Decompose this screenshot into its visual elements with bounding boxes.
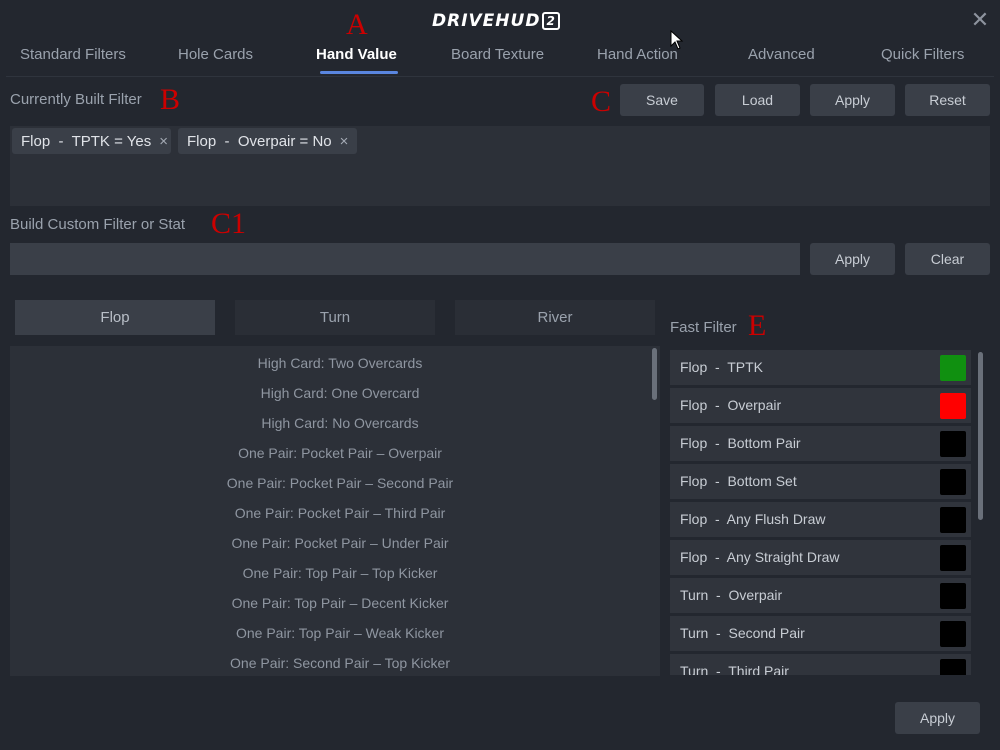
- list-item[interactable]: One Pair: Pocket Pair – Overpair: [20, 438, 660, 468]
- fast-filter-list: Flop - TPTK Flop - Overpair Flop - Bottom …: [670, 350, 975, 675]
- tab-hand-action[interactable]: Hand Action: [597, 46, 678, 74]
- clear-button[interactable]: Clear: [905, 243, 990, 275]
- fast-filter-row-label: Flop - Bottom Pair: [680, 435, 801, 451]
- tab-advanced[interactable]: Advanced: [748, 46, 815, 74]
- fast-filter-row[interactable]: Flop - Overpair: [670, 388, 971, 423]
- apply-filter-button[interactable]: Apply: [810, 84, 895, 116]
- color-swatch[interactable]: [940, 583, 966, 609]
- tab-hole-cards[interactable]: Hole Cards: [178, 46, 253, 74]
- fast-filter-row-label: Turn - Overpair: [680, 587, 783, 603]
- list-item[interactable]: One Pair: Pocket Pair – Second Pair: [20, 468, 660, 498]
- hand-value-list: High Card: Two Overcards High Card: One …: [10, 346, 660, 676]
- tab-standard-filters[interactable]: Standard Filters: [20, 46, 126, 74]
- color-swatch[interactable]: [940, 507, 966, 533]
- tab-quick-filters[interactable]: Quick Filters: [881, 46, 964, 74]
- tab-board-texture[interactable]: Board Texture: [451, 46, 544, 74]
- load-button[interactable]: Load: [715, 84, 800, 116]
- street-tab-turn[interactable]: Turn: [235, 300, 435, 335]
- street-tab-flop[interactable]: Flop: [15, 300, 215, 335]
- fast-filter-row[interactable]: Flop - Bottom Set: [670, 464, 971, 499]
- fast-filter-row[interactable]: Flop - Any Straight Draw: [670, 540, 971, 575]
- tabs-divider: [6, 76, 994, 77]
- save-button[interactable]: Save: [620, 84, 704, 116]
- color-swatch[interactable]: [940, 545, 966, 571]
- list-item[interactable]: One Pair: Pocket Pair – Third Pair: [20, 498, 660, 528]
- street-tab-river[interactable]: River: [455, 300, 655, 335]
- list-item[interactable]: One Pair: Top Pair – Top Kicker: [20, 558, 660, 588]
- filter-chip: Flop - Overpair = No ×: [178, 128, 357, 154]
- close-icon[interactable]: ✕: [968, 8, 992, 32]
- logo-text: DRIVEHUD: [432, 11, 541, 31]
- hand-value-scrollbar[interactable]: [652, 348, 657, 400]
- fast-filter-row[interactable]: Flop - Any Flush Draw: [670, 502, 971, 537]
- annotation-marker-a: A: [346, 8, 368, 41]
- main-tab-bar: Standard Filters Hole Cards Hand Value B…: [0, 40, 1000, 76]
- color-swatch[interactable]: [940, 659, 966, 675]
- color-swatch[interactable]: [940, 469, 966, 495]
- currently-built-filter-label: Currently Built Filter: [10, 91, 142, 108]
- filter-chip-label: Flop - Overpair = No: [187, 132, 332, 150]
- custom-filter-input[interactable]: [10, 243, 800, 275]
- fast-filter-row[interactable]: Flop - TPTK: [670, 350, 971, 385]
- annotation-marker-c: C: [591, 85, 612, 118]
- filter-chip-label: Flop - TPTK = Yes: [21, 132, 152, 150]
- drivehud-logo: DRIVEHUD 2: [432, 10, 560, 32]
- apply-custom-button[interactable]: Apply: [810, 243, 895, 275]
- logo-badge: 2: [542, 12, 560, 30]
- fast-filter-row-label: Flop - Bottom Set: [680, 473, 797, 489]
- fast-filter-row[interactable]: Turn - Third Pair: [670, 654, 971, 675]
- list-item[interactable]: High Card: No Overcards: [20, 408, 660, 438]
- color-swatch[interactable]: [940, 355, 966, 381]
- list-item[interactable]: High Card: One Overcard: [20, 378, 660, 408]
- fast-filter-row[interactable]: Turn - Second Pair: [670, 616, 971, 651]
- fast-filter-row-label: Flop - TPTK: [680, 359, 763, 375]
- fast-filter-row-label: Flop - Any Straight Draw: [680, 549, 840, 565]
- tab-hand-value[interactable]: Hand Value: [316, 46, 397, 74]
- list-item[interactable]: One Pair: Pocket Pair – Under Pair: [20, 528, 660, 558]
- fast-filter-row-label: Flop - Any Flush Draw: [680, 511, 826, 527]
- filter-chip: Flop - TPTK = Yes ×: [12, 128, 171, 154]
- annotation-marker-c1: C1: [211, 207, 247, 240]
- list-item[interactable]: High Card: Two Overcards: [20, 348, 660, 378]
- remove-chip-icon[interactable]: ×: [340, 133, 349, 150]
- color-swatch[interactable]: [940, 431, 966, 457]
- annotation-marker-e: E: [748, 309, 767, 342]
- color-swatch[interactable]: [940, 393, 966, 419]
- footer-apply-button[interactable]: Apply: [895, 702, 980, 734]
- fast-filter-row[interactable]: Flop - Bottom Pair: [670, 426, 971, 461]
- reset-button[interactable]: Reset: [905, 84, 990, 116]
- fast-filter-row[interactable]: Turn - Overpair: [670, 578, 971, 613]
- fast-filter-row-label: Flop - Overpair: [680, 397, 782, 413]
- fast-filter-row-label: Turn - Third Pair: [680, 663, 789, 675]
- list-item[interactable]: One Pair: Top Pair – Decent Kicker: [20, 588, 660, 618]
- fast-filter-label: Fast Filter: [670, 319, 737, 336]
- color-swatch[interactable]: [940, 621, 966, 647]
- annotation-marker-b: B: [160, 83, 181, 116]
- active-tab-indicator: [320, 71, 398, 74]
- list-item[interactable]: One Pair: Top Pair – Weak Kicker: [20, 618, 660, 648]
- fast-filter-row-label: Turn - Second Pair: [680, 625, 805, 641]
- build-custom-filter-label: Build Custom Filter or Stat: [10, 216, 186, 233]
- list-item[interactable]: One Pair: Second Pair – Top Kicker: [20, 648, 660, 676]
- remove-chip-icon[interactable]: ×: [159, 133, 168, 150]
- fast-filter-scrollbar[interactable]: [978, 352, 983, 520]
